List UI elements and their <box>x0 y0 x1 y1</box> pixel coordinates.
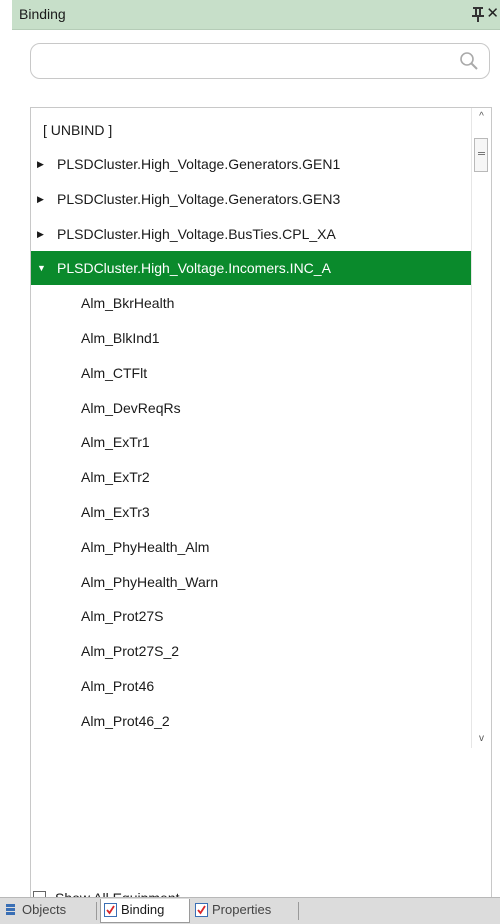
tab-binding[interactable]: Binding <box>100 899 190 923</box>
tree-item-signal[interactable]: Alm_ExTr2 <box>31 460 472 494</box>
collapsed-arrow-icon[interactable]: ▶ <box>37 182 44 216</box>
binding-icon <box>104 903 117 917</box>
tree-item-label: Alm_ExTr3 <box>81 504 150 520</box>
tree-item-label: Alm_BlkInd1 <box>81 330 160 346</box>
tree-item-signal[interactable]: Alm_ExTr3 <box>31 495 472 529</box>
tree-item-label: Alm_Prot27S <box>81 608 164 625</box>
tree-viewport: [ UNBIND ] ▶ PLSDCluster.High_Voltage.Gen… <box>31 108 472 748</box>
tree-item-signal[interactable]: Alm_Prot47 <box>31 739 472 749</box>
tree-item-signal[interactable]: Alm_CTFlt <box>31 356 472 390</box>
unbind-label: [ UNBIND ] <box>43 122 113 138</box>
tree-item-label: Alm_PhyHealth_Warn <box>81 573 219 590</box>
tree-item-signal[interactable]: Alm_BkrHealth <box>31 286 472 320</box>
tree-item-signal[interactable]: Alm_ExTr1 <box>31 425 472 459</box>
tree-item-signal[interactable]: Alm_Prot46_2 <box>31 704 472 738</box>
tree-item-label: Alm_Prot46_2 <box>81 712 170 729</box>
tree-item-label: Alm_Prot47 <box>81 739 154 749</box>
tree-item-label: PLSDCluster.High_Voltage.Generators.GEN1 <box>57 156 341 172</box>
tab-properties[interactable]: Properties <box>192 899 294 923</box>
tree-item-label: PLSDCluster.High_Voltage.Incomers.INC_A <box>57 260 331 277</box>
vertical-scrollbar[interactable]: ^ v <box>471 108 491 748</box>
panel-title-bar: Binding ✕ <box>12 0 500 30</box>
tab-separator <box>96 902 97 920</box>
close-icon[interactable]: ✕ <box>486 4 499 24</box>
tab-objects-label: Objects <box>22 902 67 917</box>
tree-item-label: Alm_ExTr2 <box>81 469 150 486</box>
tree-item-label: PLSDCluster.High_Voltage.BusTies.CPL_XA <box>57 225 336 242</box>
tree-item-label: Alm_Prot27S_2 <box>81 643 180 660</box>
tree-item-signal[interactable]: Alm_Prot27S <box>31 599 472 633</box>
tab-properties-label: Properties <box>212 902 272 917</box>
tab-separator <box>298 902 299 920</box>
pin-icon[interactable] <box>470 5 486 23</box>
expanded-arrow-icon[interactable]: ▼ <box>37 251 46 285</box>
tree-item-signal[interactable]: Alm_DevReqRs <box>31 391 472 425</box>
tree-item-label: Alm_CTFlt <box>81 364 148 381</box>
collapsed-arrow-icon[interactable]: ▶ <box>37 217 44 251</box>
search-box[interactable] <box>30 43 490 79</box>
tree-item-equipment[interactable]: ▶ PLSDCluster.High_Voltage.BusTies.CPL_XA <box>31 217 472 251</box>
collapsed-arrow-icon[interactable]: ▶ <box>37 147 44 181</box>
tree-item-signal[interactable]: Alm_BlkInd1 <box>31 321 472 355</box>
tree-item-label: Alm_ExTr1 <box>81 434 150 451</box>
tree-item-label: Alm_PhyHealth_Alm <box>81 538 210 555</box>
tree-item-label: Alm_Prot46 <box>81 678 155 694</box>
window-frame-left <box>0 0 12 924</box>
scroll-up-arrow-icon[interactable]: ^ <box>472 108 491 126</box>
scroll-thumb[interactable] <box>474 138 488 172</box>
tree-item-signal[interactable]: Alm_PhyHealth_Alm <box>31 530 472 564</box>
tree-item-unbind[interactable]: [ UNBIND ] <box>31 113 472 147</box>
binding-tree: [ UNBIND ] ▶ PLSDCluster.High_Voltage.Gen… <box>30 107 492 923</box>
tree-item-signal[interactable]: Alm_PhyHealth_Warn <box>31 565 472 599</box>
tab-objects[interactable]: Objects <box>2 899 96 923</box>
properties-icon <box>195 903 208 917</box>
panel-title: Binding <box>19 6 66 22</box>
tree-item-equipment[interactable]: ▶ PLSDCluster.High_Voltage.Generators.GEN… <box>31 147 472 181</box>
search-input[interactable] <box>41 50 455 74</box>
bottom-tab-strip: Objects Binding Properties <box>0 897 500 924</box>
tab-binding-label: Binding <box>121 902 165 917</box>
tree-item-equipment[interactable]: ▼ PLSDCluster.High_Voltage.Incomers.INC_A <box>31 251 472 286</box>
tree-item-signal[interactable]: Alm_Prot27S_2 <box>31 634 472 668</box>
objects-icon <box>6 904 15 915</box>
scroll-down-arrow-icon[interactable]: v <box>472 730 491 748</box>
tree-item-equipment[interactable]: ▶ PLSDCluster.High_Voltage.Generators.GEN… <box>31 182 472 216</box>
search-icon[interactable] <box>459 51 479 71</box>
tree-item-label: PLSDCluster.High_Voltage.Generators.GEN3 <box>57 190 341 207</box>
tree-item-signal[interactable]: Alm_Prot46 <box>31 669 472 703</box>
tree-item-label: Alm_DevReqRs <box>81 399 181 416</box>
tree-item-label: Alm_BkrHealth <box>81 295 175 312</box>
